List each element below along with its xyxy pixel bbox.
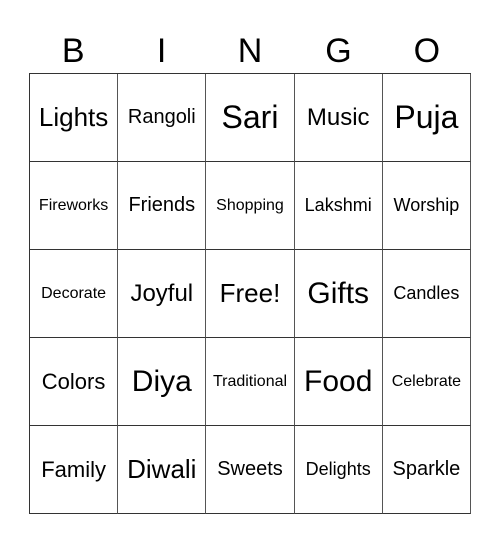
header-letter-g: G bbox=[325, 32, 352, 70]
header-letter-b: B bbox=[61, 32, 85, 70]
bingo-cell[interactable]: Sparkle bbox=[382, 426, 471, 514]
bingo-cell[interactable]: Gifts bbox=[294, 250, 383, 338]
bingo-cell[interactable]: Fireworks bbox=[30, 162, 119, 250]
bingo-cell[interactable]: Worship bbox=[382, 162, 471, 250]
bingo-cell[interactable]: Candles bbox=[382, 250, 471, 338]
bingo-cell[interactable]: Joyful bbox=[118, 250, 207, 338]
bingo-cell[interactable]: Lakshmi bbox=[294, 162, 383, 250]
bingo-cell[interactable]: Decorate bbox=[30, 250, 119, 338]
header-letter-o: O bbox=[413, 32, 441, 70]
bingo-cell[interactable]: Colors bbox=[30, 338, 119, 426]
bingo-cell[interactable]: Puja bbox=[382, 74, 471, 162]
bingo-cell[interactable]: Family bbox=[30, 426, 119, 514]
bingo-cell[interactable]: Food bbox=[294, 338, 383, 426]
bingo-header: B I N G O bbox=[29, 30, 471, 72]
bingo-cell[interactable]: Sweets bbox=[206, 426, 295, 514]
bingo-card-grid: Lights Rangoli Sari Music Puja Fireworks… bbox=[29, 73, 471, 514]
bingo-cell[interactable]: Lights bbox=[30, 74, 119, 162]
bingo-cell[interactable]: Traditional bbox=[206, 338, 295, 426]
bingo-cell[interactable]: Rangoli bbox=[118, 74, 207, 162]
bingo-cell[interactable]: Diwali bbox=[118, 426, 207, 514]
bingo-cell[interactable]: Sari bbox=[206, 74, 295, 162]
bingo-cell[interactable]: Delights bbox=[294, 426, 383, 514]
header-letter-n: N bbox=[237, 32, 263, 70]
bingo-cell[interactable]: Music bbox=[294, 74, 383, 162]
bingo-cell[interactable]: Shopping bbox=[206, 162, 295, 250]
bingo-cell[interactable]: Celebrate bbox=[382, 338, 471, 426]
bingo-cell[interactable]: Friends bbox=[118, 162, 207, 250]
free-space-cell[interactable]: Free! bbox=[206, 250, 295, 338]
header-letter-i: I bbox=[156, 32, 167, 70]
bingo-cell[interactable]: Diya bbox=[118, 338, 207, 426]
